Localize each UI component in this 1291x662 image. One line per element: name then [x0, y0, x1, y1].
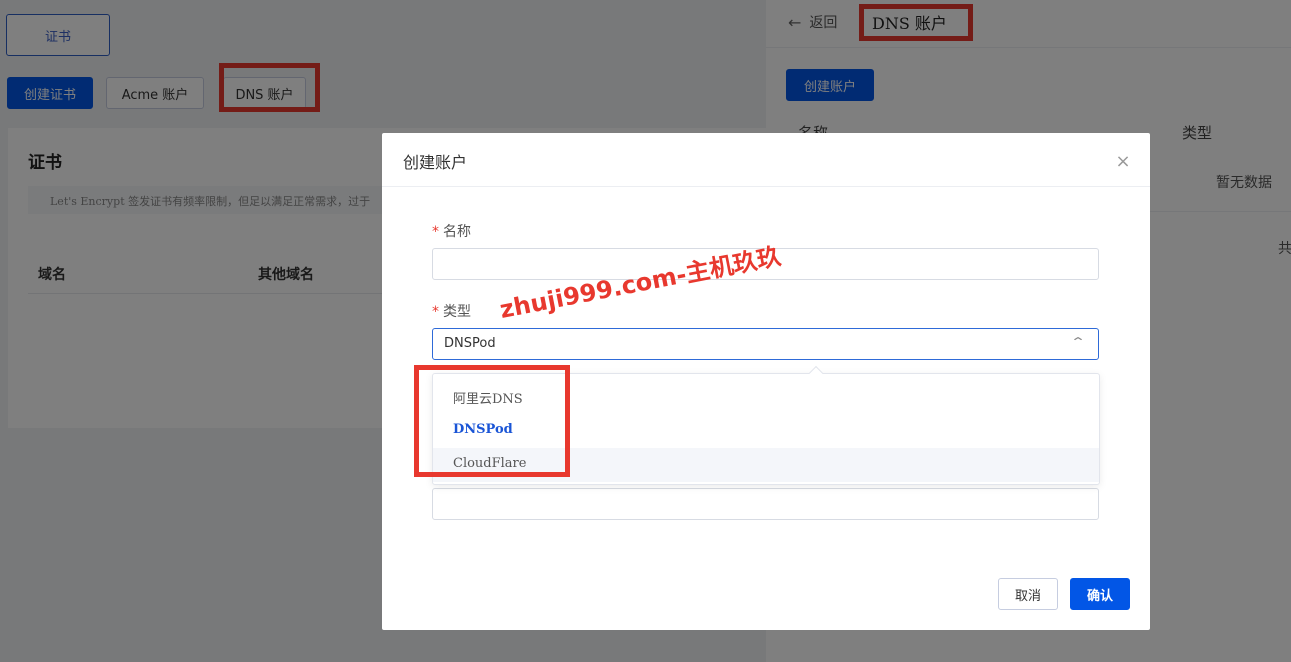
chevron-up-icon: ⌃ — [1069, 335, 1087, 349]
modal-header: 创建账户 × — [382, 133, 1150, 187]
type-option-cloudflare[interactable]: CloudFlare — [433, 448, 1099, 482]
close-icon[interactable]: × — [1114, 153, 1132, 171]
required-mark: * — [432, 224, 439, 240]
type-label: * 类型 — [432, 301, 471, 321]
type-dropdown: 阿里云DNS DNSPod CloudFlare — [432, 365, 1100, 485]
type-option-dnspod[interactable]: DNSPod — [433, 414, 1099, 448]
type-label-text: 类型 — [443, 304, 471, 320]
confirm-button[interactable]: 确认 — [1070, 578, 1130, 610]
create-account-modal: 创建账户 × * 名称 * 类型 DNSPod ⌃ 阿里云DNS DNSPod Cl… — [382, 133, 1150, 630]
dropdown-caret — [808, 365, 824, 381]
required-mark: * — [432, 304, 439, 320]
secret-input[interactable] — [432, 488, 1099, 520]
cancel-button[interactable]: 取消 — [998, 578, 1058, 610]
type-select-value: DNSPod — [444, 336, 496, 351]
type-select[interactable]: DNSPod ⌃ — [432, 328, 1099, 360]
name-label: * 名称 — [432, 221, 471, 241]
modal-title: 创建账户 — [403, 153, 468, 172]
type-option-aliyun[interactable]: 阿里云DNS — [433, 380, 1099, 414]
name-label-text: 名称 — [443, 224, 471, 240]
